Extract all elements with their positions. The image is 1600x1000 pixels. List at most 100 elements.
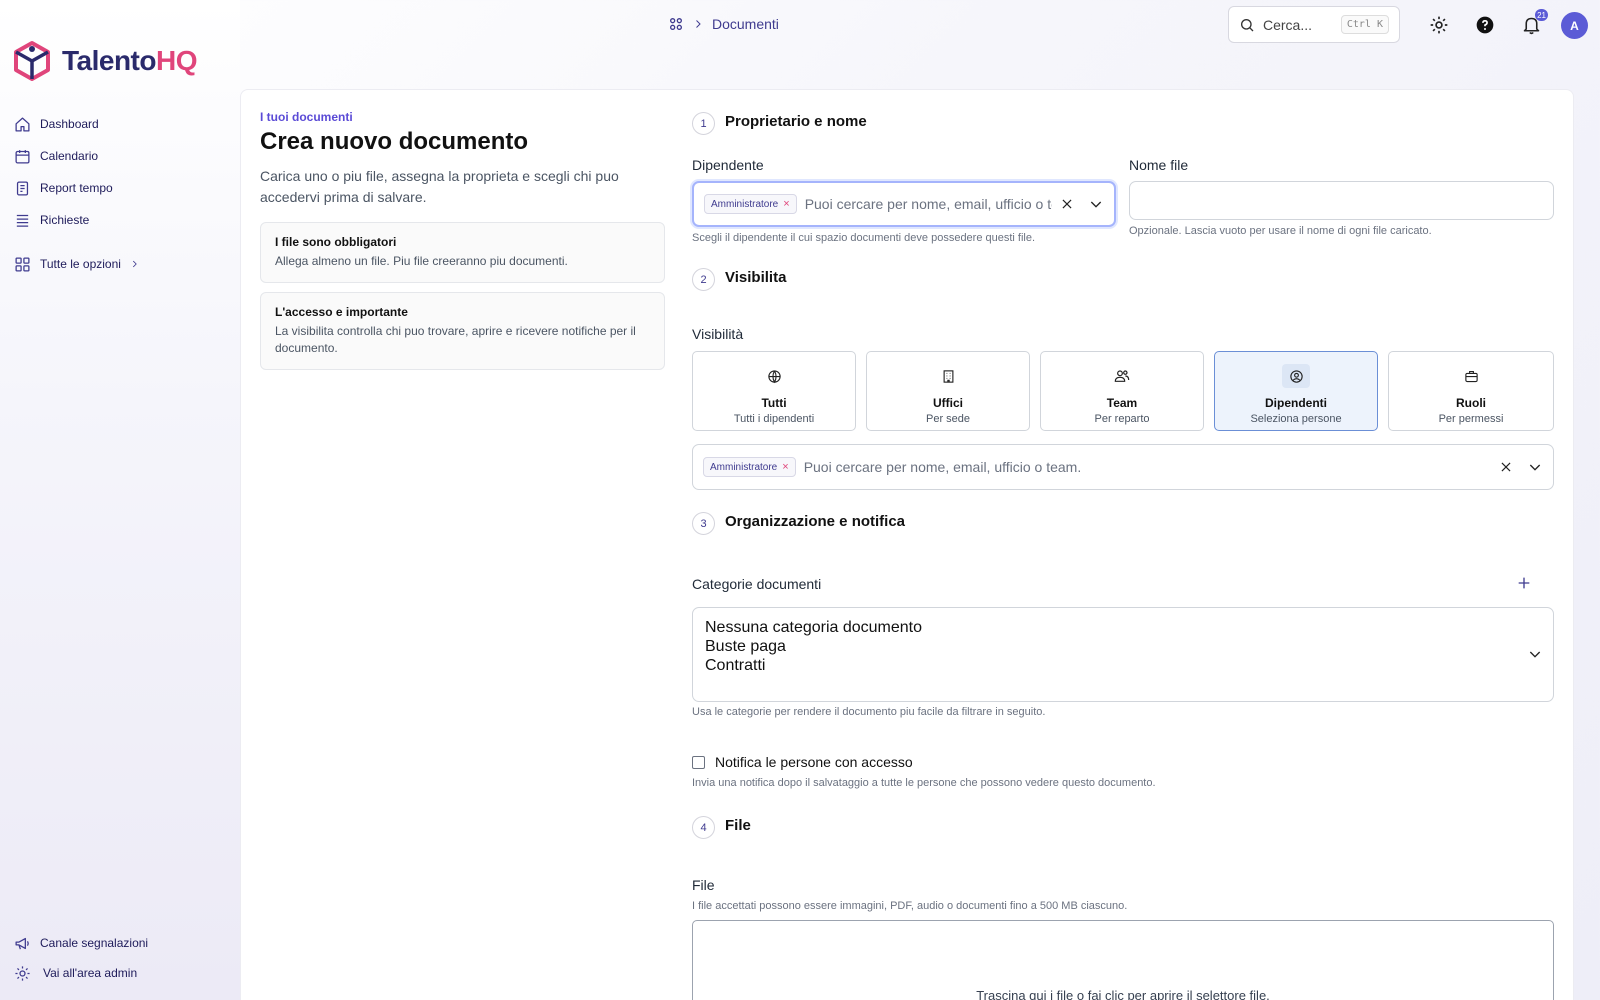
sidebar-bottom-nav: Canale segnalazioni Vai all'area admin bbox=[14, 928, 234, 988]
employee-select[interactable]: Amministratore × Puoi cercare per nome, … bbox=[692, 181, 1116, 227]
sidebar-item-label: Report tempo bbox=[40, 181, 113, 195]
step-number: 2 bbox=[692, 268, 715, 291]
section-eyebrow: I tuoi documenti bbox=[260, 110, 353, 124]
notify-label[interactable]: Notifica le persone con accesso bbox=[715, 754, 913, 770]
users-icon bbox=[1108, 364, 1136, 388]
logo[interactable]: TalentoHQ bbox=[12, 40, 197, 82]
files-label: File bbox=[692, 877, 715, 893]
visibility-option-uffici[interactable]: Uffici Per sede bbox=[866, 351, 1030, 431]
step-number: 1 bbox=[692, 112, 715, 135]
categories-select[interactable]: Nessuna categoria documento Buste paga C… bbox=[692, 607, 1554, 702]
document-form: 1 Proprietario e nome Dipendente Amminis… bbox=[692, 0, 1554, 1000]
notify-checkbox[interactable] bbox=[692, 755, 705, 769]
intro-section: I tuoi documenti Crea nuovo documento Ca… bbox=[260, 110, 665, 370]
sidebar-item-richieste[interactable]: Richieste bbox=[14, 204, 234, 236]
report-icon bbox=[16, 180, 29, 196]
option-sub: Seleziona persone bbox=[1250, 413, 1342, 425]
files-help: I file accettati possono essere immagini… bbox=[692, 900, 1128, 912]
chevron-down-icon[interactable] bbox=[1088, 196, 1104, 212]
employee-help: Scegli il dipendente il cui spazio docum… bbox=[692, 232, 1036, 244]
sidebar-item-canale-segnalazioni[interactable]: Canale segnalazioni bbox=[14, 928, 234, 958]
option-sub: Per permessi bbox=[1438, 413, 1504, 425]
select-controls bbox=[1060, 196, 1104, 212]
chevron-down-icon[interactable] bbox=[1527, 646, 1543, 662]
visibility-option-ruoli[interactable]: Ruoli Per permessi bbox=[1388, 351, 1554, 431]
step-number: 3 bbox=[692, 512, 715, 535]
category-option[interactable]: Buste paga bbox=[705, 637, 1541, 656]
home-icon bbox=[15, 116, 30, 132]
page-title: Crea nuovo documento bbox=[260, 128, 529, 155]
chip-label: Amministratore bbox=[710, 461, 778, 473]
visibility-chip: Amministratore × bbox=[703, 457, 796, 477]
employee-label: Dipendente bbox=[692, 157, 764, 173]
step-label: Visibilita bbox=[725, 269, 787, 286]
sidebar-item-report-tempo[interactable]: Report tempo bbox=[14, 172, 234, 204]
chip-remove-icon[interactable]: × bbox=[783, 198, 789, 210]
info-card-title: L'accesso e importante bbox=[275, 305, 408, 319]
notify-help: Invia una notifica dopo il salvataggio a… bbox=[692, 777, 1156, 789]
employee-search-input[interactable]: Puoi cercare per nome, email, ufficio o … bbox=[805, 196, 1052, 212]
notify-row: Notifica le persone con accesso bbox=[692, 754, 913, 770]
option-sub: Tutti i dipendenti bbox=[733, 413, 815, 425]
megaphone-icon bbox=[15, 937, 29, 949]
chip-remove-icon[interactable]: × bbox=[782, 461, 788, 473]
info-card-access: L'accesso e importante La visibilita con… bbox=[260, 292, 665, 370]
clear-icon[interactable] bbox=[1060, 197, 1074, 211]
sidebar-item-dashboard[interactable]: Dashboard bbox=[14, 108, 234, 140]
info-card-text: Allega almeno un file. Piu file creerann… bbox=[275, 254, 568, 268]
file-dropzone[interactable]: Trascina qui i file o fai clic per aprir… bbox=[692, 920, 1554, 1000]
sidebar-item-label: Richieste bbox=[40, 213, 90, 227]
sidebar-item-label: Dashboard bbox=[40, 117, 99, 131]
option-name: Dipendenti bbox=[1265, 396, 1327, 410]
sidebar-item-label: Vai all'area admin bbox=[43, 966, 138, 980]
visibility-option-team[interactable]: Team Per reparto bbox=[1040, 351, 1204, 431]
dropzone-text: Trascina qui i file o fai clic per aprir… bbox=[976, 988, 1270, 1000]
sidebar-item-label: Tutte le opzioni bbox=[40, 257, 121, 271]
step-label: Proprietario e nome bbox=[725, 113, 867, 130]
sidebar-item-calendario[interactable]: Calendario bbox=[14, 140, 234, 172]
category-option[interactable]: Contratti bbox=[705, 656, 1541, 675]
logo-cube-icon bbox=[14, 41, 50, 81]
page-description: Carica uno o piu file, assegna la propri… bbox=[260, 168, 619, 205]
plus-icon bbox=[1518, 577, 1530, 589]
step-1-header: 1 Proprietario e nome bbox=[692, 108, 867, 135]
option-name: Tutti bbox=[761, 396, 787, 410]
sidebar-item-admin-area[interactable]: Vai all'area admin bbox=[14, 958, 234, 988]
category-option[interactable]: Nessuna categoria documento bbox=[705, 618, 1541, 637]
filename-input[interactable] bbox=[1129, 181, 1554, 220]
categories-label: Categorie documenti bbox=[692, 576, 822, 592]
step-label: File bbox=[725, 817, 751, 834]
info-card-title: I file sono obbligatori bbox=[275, 235, 397, 249]
visibility-label: Visibilità bbox=[692, 326, 744, 342]
categories-help: Usa le categorie per rendere il document… bbox=[692, 706, 1046, 718]
avatar[interactable]: A bbox=[1561, 12, 1588, 39]
calendar-icon bbox=[15, 149, 30, 164]
brand-name: TalentoHQ bbox=[62, 45, 197, 76]
step-2-header: 2 Visibilita bbox=[692, 264, 786, 291]
visibility-people-select[interactable]: Amministratore × Puoi cercare per nome, … bbox=[692, 444, 1554, 490]
visibility-search-input[interactable]: Puoi cercare per nome, email, ufficio o … bbox=[804, 459, 1491, 475]
info-card-files: I file sono obbligatori Allega almeno un… bbox=[260, 222, 665, 283]
filename-label: Nome file bbox=[1129, 157, 1189, 173]
add-category-button[interactable] bbox=[1514, 573, 1534, 593]
option-name: Uffici bbox=[933, 396, 963, 410]
sidebar: TalentoHQ Dashboard Calendario Report te… bbox=[0, 0, 240, 1000]
sidebar-item-label: Calendario bbox=[40, 149, 99, 163]
globe-icon bbox=[760, 364, 788, 388]
sidebar-item-all-options[interactable]: Tutte le opzioni bbox=[14, 248, 234, 280]
option-sub: Per sede bbox=[925, 413, 971, 425]
sidebar-nav: Dashboard Calendario Report tempo Richie… bbox=[14, 108, 234, 280]
option-name: Team bbox=[1106, 396, 1138, 410]
apps-icon[interactable] bbox=[668, 16, 684, 32]
sidebar-item-label: Canale segnalazioni bbox=[40, 936, 149, 950]
chevron-down-icon[interactable] bbox=[1527, 459, 1543, 475]
step-label: Organizzazione e notifica bbox=[725, 513, 906, 530]
employee-chip: Amministratore × bbox=[704, 194, 797, 214]
visibility-option-tutti[interactable]: Tutti Tutti i dipendenti bbox=[692, 351, 856, 431]
visibility-option-dipendenti[interactable]: Dipendenti Seleziona persone bbox=[1214, 351, 1378, 431]
step-3-header: 3 Organizzazione e notifica bbox=[692, 508, 905, 535]
select-controls bbox=[1499, 459, 1543, 475]
clear-icon[interactable] bbox=[1499, 460, 1513, 474]
chip-label: Amministratore bbox=[711, 198, 779, 210]
